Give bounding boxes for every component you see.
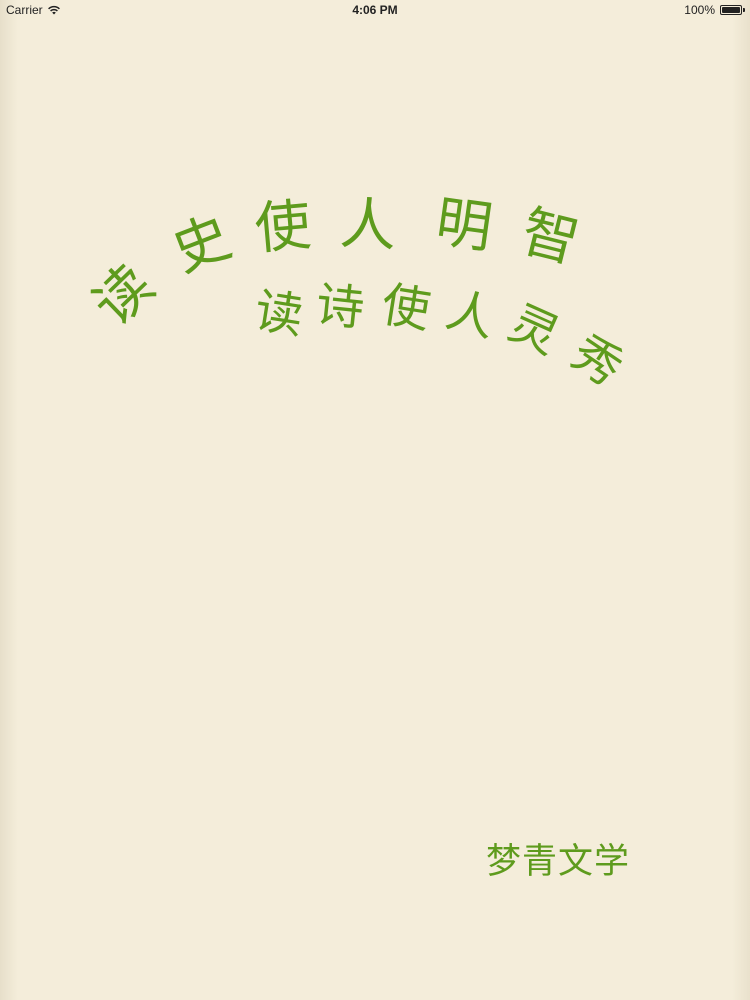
battery-icon: [720, 5, 745, 15]
battery-fill: [722, 7, 740, 13]
line1-glyph: 史: [164, 204, 240, 285]
line1-glyph: 明: [431, 189, 497, 262]
status-bar: Carrier 4:06 PM 100%: [0, 0, 750, 20]
line1-glyph: 人: [338, 191, 398, 260]
line2-glyph: 灵: [500, 294, 568, 366]
cover-title-line-1: 读史使人明智: [0, 0, 750, 1000]
line2-glyph: 人: [440, 281, 502, 349]
battery-tip: [743, 8, 745, 12]
cover-page: Carrier 4:06 PM 100% 读史使人明智 读诗使人灵秀 梦青文学: [0, 0, 750, 1000]
line1-glyph: 使: [252, 192, 314, 263]
line2-glyph: 秀: [561, 324, 633, 398]
status-right: 100%: [684, 3, 745, 17]
line2-glyph: 使: [377, 276, 435, 340]
publisher-signature: 梦青文学: [486, 842, 631, 882]
line2-glyph: 读: [250, 282, 308, 346]
status-time: 4:06 PM: [352, 3, 398, 17]
line1-glyph: 智: [515, 199, 586, 276]
line2-glyph: 诗: [313, 276, 367, 338]
line1-glyph: 读: [80, 252, 167, 339]
battery-percent: 100%: [684, 3, 715, 17]
cover-title-line-2: 读诗使人灵秀: [0, 0, 750, 1000]
